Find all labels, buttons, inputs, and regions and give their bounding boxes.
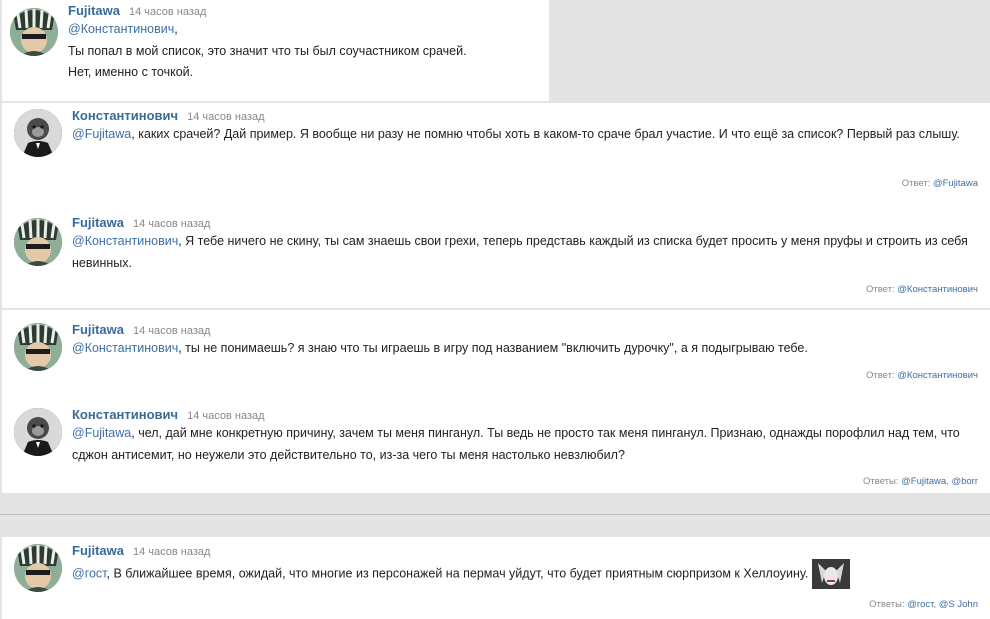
avatar[interactable]	[14, 109, 62, 157]
comment-text: @Константинович, Я тебе ничего не скину,…	[72, 234, 968, 270]
comment-author[interactable]: Константинович	[72, 108, 178, 123]
mention-link[interactable]: @Константинович	[72, 341, 178, 355]
comment-time[interactable]: 14 часов назад	[187, 111, 264, 123]
comment-text: @Fujitawa, чел, дай мне конкретную причи…	[72, 426, 960, 462]
comment-time[interactable]: 14 часов назад	[133, 546, 210, 558]
reply-link[interactable]: @Fujitawa	[933, 178, 978, 189]
reply-link[interactable]: @borr	[951, 476, 978, 487]
anime-character-avatar-icon	[14, 218, 62, 266]
mention-link[interactable]: @Fujitawa	[72, 127, 131, 141]
comment: Fujitawa 14 часов назад @гост, В ближайше…	[0, 538, 990, 619]
reply-link[interactable]: @гост	[907, 599, 933, 610]
reply-link[interactable]: @Константинович	[897, 284, 978, 295]
monkey-avatar-icon	[14, 109, 62, 157]
anime-character-avatar-icon	[14, 323, 62, 371]
mention-link[interactable]: @Константинович	[68, 22, 174, 36]
comment-author[interactable]: Fujitawa	[72, 215, 124, 230]
avatar[interactable]	[14, 544, 62, 592]
comment-text: @Fujitawa, каких срачей? Дай пример. Я в…	[72, 127, 960, 141]
comment-text: @Константинович, ты не понимаешь? я знаю…	[72, 341, 808, 355]
mention-link[interactable]: @гост	[72, 566, 107, 580]
mention-link[interactable]: @Константинович	[72, 234, 178, 248]
anime-character-avatar-icon	[10, 8, 58, 56]
divider	[0, 514, 990, 515]
attached-image[interactable]	[812, 559, 851, 589]
comment-author[interactable]: Константинович	[72, 407, 178, 422]
comment: Fujitawa 14 часов назад @Константинович, …	[0, 210, 990, 308]
mention-link[interactable]: @Fujitawa	[72, 426, 131, 440]
monkey-avatar-icon	[14, 408, 62, 456]
comment-author[interactable]: Fujitawa	[72, 322, 124, 337]
avatar[interactable]	[10, 8, 58, 56]
reply-info: Ответ: @Fujitawa	[901, 178, 978, 189]
comment: Константинович 14 часов назад @Fujitawa, …	[0, 402, 990, 493]
reply-link[interactable]: @S John	[939, 599, 978, 610]
reply-info: Ответ: @Константинович	[865, 284, 978, 295]
comment: Fujitawa 14 часов назад @Константинович, …	[0, 317, 990, 397]
reply-info: Ответ: @Константинович	[865, 370, 978, 381]
comment-author[interactable]: Fujitawa	[72, 543, 124, 558]
comment-time[interactable]: 14 часов назад	[133, 325, 210, 337]
reply-info: Ответы: @гост, @S John	[869, 599, 978, 610]
reply-link[interactable]: @Константинович	[897, 370, 978, 381]
anime-character-avatar-icon	[14, 544, 62, 592]
reply-link[interactable]: @Fujitawa	[901, 476, 946, 487]
comment-author[interactable]: Fujitawa	[68, 3, 120, 18]
comment-time[interactable]: 14 часов назад	[187, 410, 264, 422]
avatar[interactable]	[14, 218, 62, 266]
comment-time[interactable]: 14 часов назад	[129, 6, 206, 18]
avatar[interactable]	[14, 323, 62, 371]
comment-time[interactable]: 14 часов назад	[133, 218, 210, 230]
comment: Константинович 14 часов назад @Fujitawa, …	[0, 103, 990, 203]
reply-info: Ответы: @Fujitawa, @borr	[863, 476, 978, 487]
avatar[interactable]	[14, 408, 62, 456]
masked-face-image-icon	[812, 559, 851, 589]
comment: Fujitawa 14 часов назад @Константинович, …	[0, 0, 549, 101]
comment-text: @гост, В ближайшее время, ожидай, что мн…	[72, 559, 977, 589]
comment-text: @Константинович, Ты попал в мой список, …	[68, 22, 467, 79]
